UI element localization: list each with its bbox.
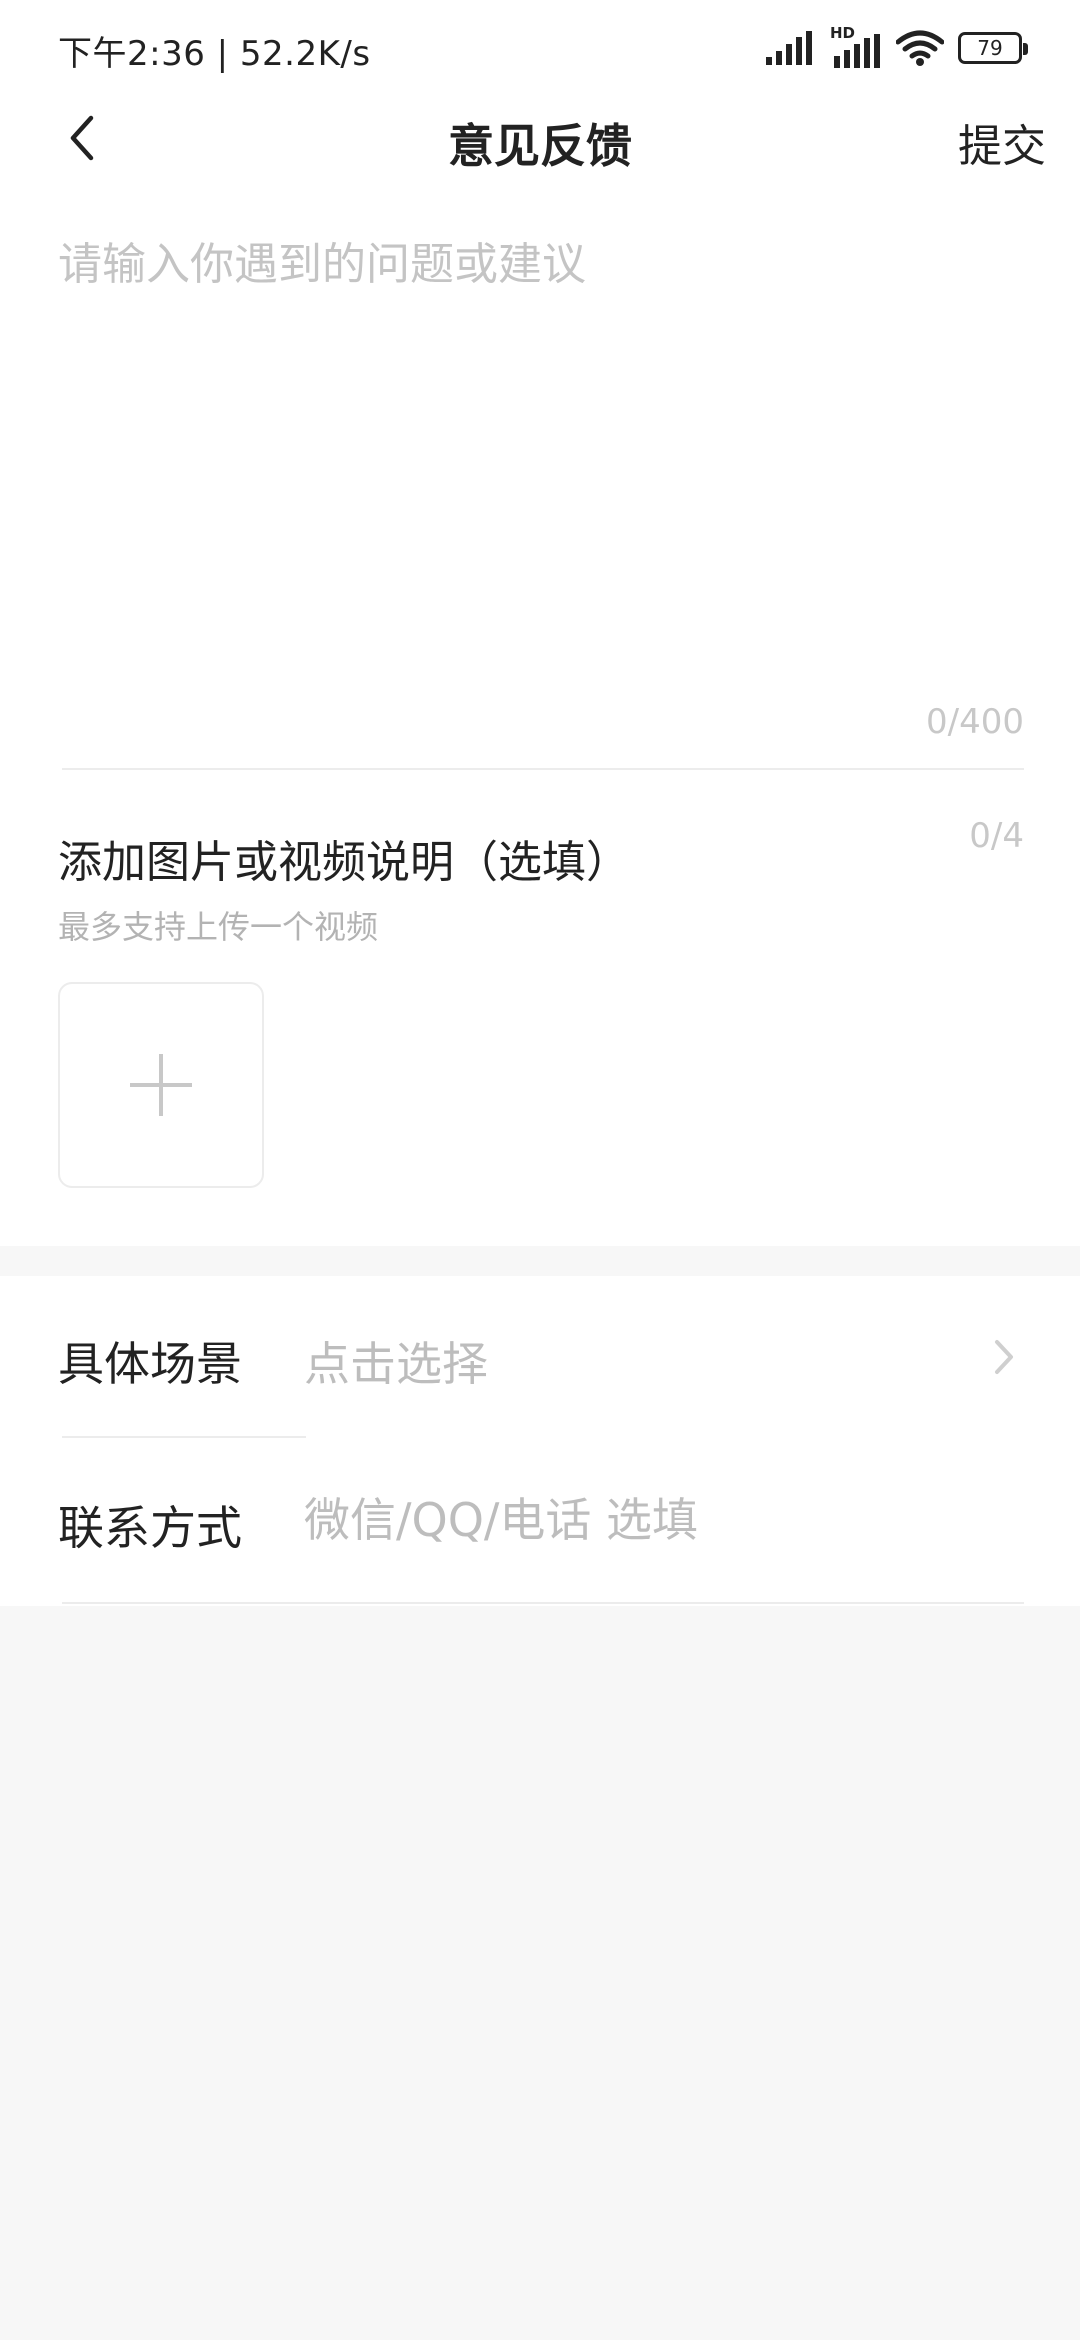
status-bar: 下午2:36 | 52.2K/s HD 79 [0,0,1080,96]
app-header: 意见反馈 提交 [0,96,1080,180]
feedback-page: 下午2:36 | 52.2K/s HD 79 意见反馈 提交 请输入你遇到的问题… [0,0,1080,2340]
divider [62,768,1024,770]
attachment-title: 添加图片或视频说明（选填） [58,837,630,888]
contact-input[interactable] [304,1484,1004,1556]
battery-icon: 79 [958,32,1028,64]
signal-icon [766,31,812,65]
status-icons: HD 79 [766,24,1028,68]
feedback-input[interactable] [58,228,1022,708]
contact-row: 联系方式 [0,1440,1080,1604]
battery-level: 79 [977,36,1003,60]
add-media-button[interactable] [58,982,264,1188]
divider [62,1602,1024,1604]
scene-row[interactable]: 具体场景 点击选择 [0,1276,1080,1440]
scene-select[interactable]: 点击选择 [304,1328,488,1394]
options-card: 具体场景 点击选择 联系方式 [0,1276,1080,1606]
attachment-hint: 最多支持上传一个视频 [58,908,379,946]
wifi-icon [896,30,944,66]
contact-label: 联系方式 [58,1501,242,1555]
plus-icon [130,1054,192,1116]
page-title: 意见反馈 [448,119,632,173]
attachment-counter: 0/4 [969,816,1024,856]
signal-hd-icon: HD [830,24,882,68]
scene-label: 具体场景 [58,1337,242,1391]
divider [62,1436,306,1438]
status-time-speed: 下午2:36 | 52.2K/s [58,34,371,74]
feedback-card: 0/400 添加图片或视频说明（选填） 0/4 最多支持上传一个视频 [0,180,1080,1246]
chevron-right-icon [984,1332,1024,1382]
char-counter: 0/400 [926,702,1024,742]
submit-button[interactable]: 提交 [958,110,1046,174]
